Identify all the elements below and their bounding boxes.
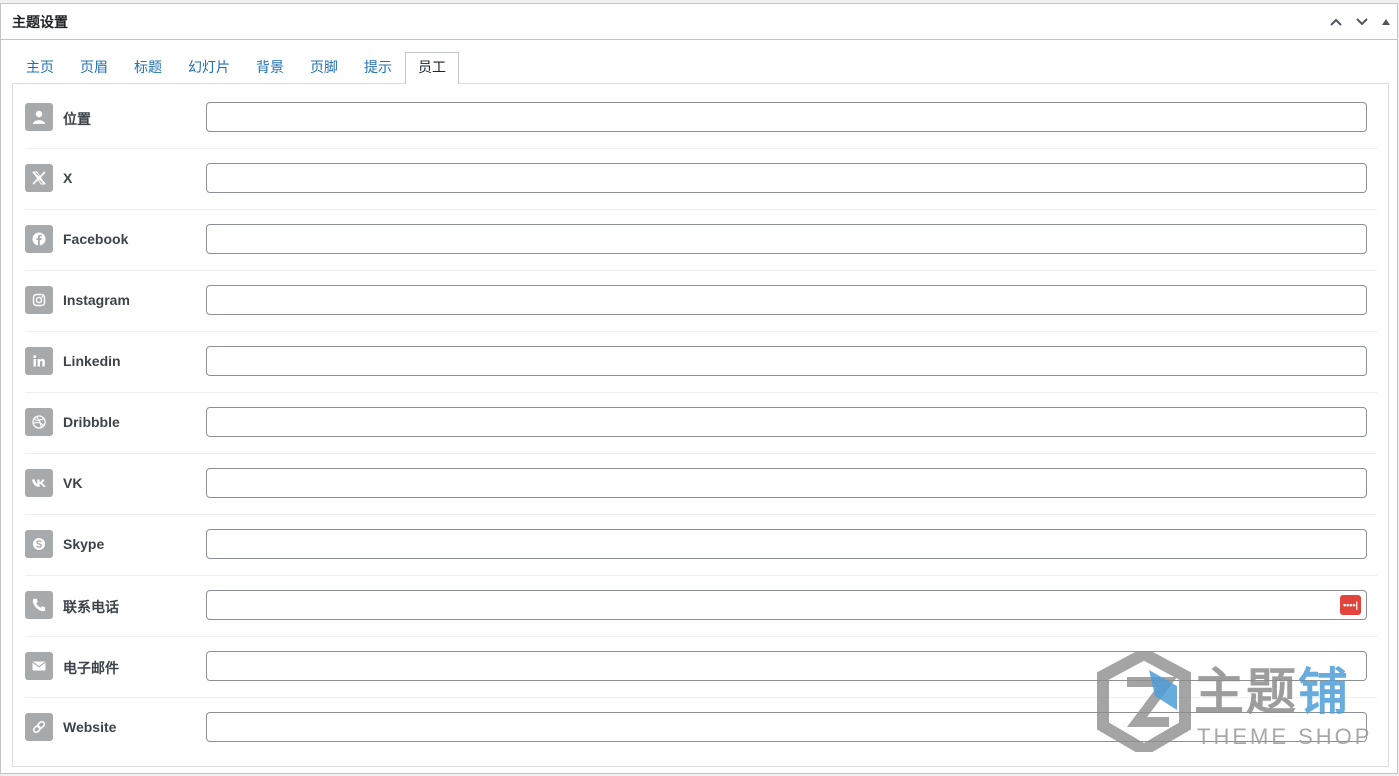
field-row-dribbble: Dribbble [25, 393, 1377, 454]
field-row-phone: 联系电话 ••••| [25, 576, 1377, 637]
skype-input[interactable] [206, 529, 1367, 559]
triangle-up-icon [1382, 18, 1390, 25]
field-row-email: 电子邮件 [25, 637, 1377, 698]
position-input[interactable] [206, 102, 1367, 132]
field-row-x: X [25, 149, 1377, 210]
move-up-button[interactable] [1323, 4, 1349, 40]
field-row-website: Website [25, 698, 1377, 759]
field-label-dribbble: Dribbble [63, 414, 120, 430]
email-input[interactable] [206, 651, 1367, 681]
user-icon [25, 103, 53, 131]
link-icon [25, 713, 53, 741]
instagram-input[interactable] [206, 285, 1367, 315]
dribbble-input[interactable] [206, 407, 1367, 437]
field-label-phone: 联系电话 [63, 599, 119, 615]
skype-icon [25, 530, 53, 558]
field-label-facebook: Facebook [63, 231, 129, 247]
field-row-skype: Skype [25, 515, 1377, 576]
chevron-up-icon [1330, 18, 1342, 26]
password-manager-badge[interactable]: ••••| [1340, 595, 1361, 615]
field-row-vk: VK [25, 454, 1377, 515]
x-twitter-icon [25, 164, 53, 192]
field-row-position: 位置 [25, 88, 1377, 149]
metabox-title: 主题设置 [12, 13, 68, 30]
linkedin-input[interactable] [206, 346, 1367, 376]
field-label-x: X [63, 170, 73, 186]
phone-icon [25, 591, 53, 619]
facebook-input[interactable] [206, 224, 1367, 254]
metabox-actions [1323, 4, 1397, 39]
field-label-vk: VK [63, 475, 83, 491]
tab-staff[interactable]: 员工 [405, 52, 459, 84]
theme-settings-metabox: 主题设置 主页 页眉 标题 幻灯片 背景 页脚 提示 员工 位置 X Facebook Instag… [0, 3, 1398, 774]
tab-header[interactable]: 页眉 [67, 52, 121, 83]
tab-footer[interactable]: 页脚 [297, 52, 351, 83]
envelope-icon [25, 652, 53, 680]
metabox-header: 主题设置 [1, 4, 1397, 40]
field-label-email: 电子邮件 [63, 660, 119, 676]
field-label-skype: Skype [63, 536, 105, 552]
x-input[interactable] [206, 163, 1367, 193]
tab-background[interactable]: 背景 [243, 52, 297, 83]
tab-title[interactable]: 标题 [121, 52, 175, 83]
dribbble-icon [25, 408, 53, 436]
vk-icon [25, 469, 53, 497]
field-row-facebook: Facebook [25, 210, 1377, 271]
field-label-instagram: Instagram [63, 292, 130, 308]
tab-tips[interactable]: 提示 [351, 52, 405, 83]
vk-input[interactable] [206, 468, 1367, 498]
toggle-panel-button[interactable] [1375, 4, 1397, 40]
field-label-website: Website [63, 719, 117, 735]
phone-input[interactable] [206, 590, 1367, 620]
settings-tabs: 主页 页眉 标题 幻灯片 背景 页脚 提示 员工 [13, 52, 459, 84]
field-row-linkedin: Linkedin [25, 332, 1377, 393]
field-label-position: 位置 [63, 111, 91, 127]
tab-home[interactable]: 主页 [13, 52, 67, 83]
website-input[interactable] [206, 712, 1367, 742]
staff-settings-panel: 位置 X Facebook Instagram Linkedin Dribbble VK Sk… [12, 83, 1389, 767]
field-label-linkedin: Linkedin [63, 353, 121, 369]
move-down-button[interactable] [1349, 4, 1375, 40]
facebook-icon [25, 225, 53, 253]
chevron-down-icon [1356, 17, 1368, 25]
password-manager-icon: ••••| [1342, 599, 1359, 610]
linkedin-icon [25, 347, 53, 375]
tab-slider[interactable]: 幻灯片 [175, 52, 243, 83]
instagram-icon [25, 286, 53, 314]
field-row-instagram: Instagram [25, 271, 1377, 332]
